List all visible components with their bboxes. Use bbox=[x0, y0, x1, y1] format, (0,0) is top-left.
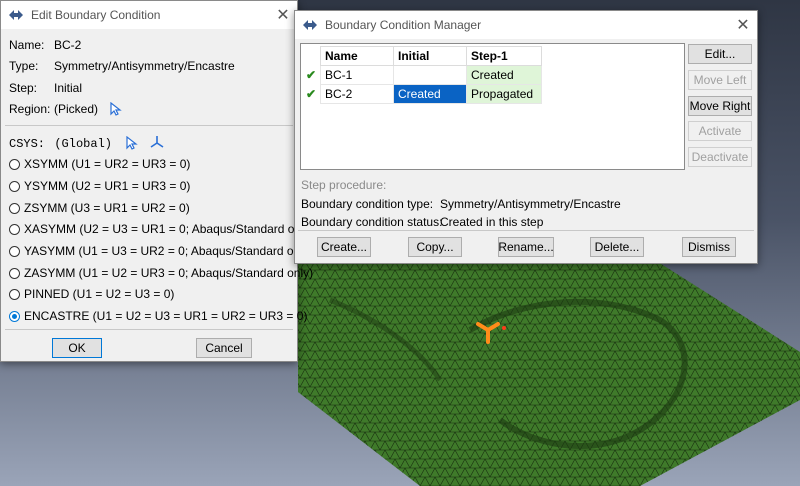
bc-option-radio[interactable]: XASYMM (U2 = U3 = UR1 = 0; Abaqus/Standa… bbox=[9, 222, 314, 236]
edit-bc-dialog: Edit Boundary Condition ✕ Name: BC-2 Type… bbox=[0, 0, 314, 362]
radio-circle-icon[interactable] bbox=[9, 310, 20, 322]
bc-option-radio[interactable]: ZSYMM (U3 = UR1 = UR2 = 0) bbox=[9, 201, 190, 215]
bc-table[interactable]: Name Initial Step-1 ✔ BC-1 Created ✔ BC-… bbox=[302, 46, 542, 104]
active-check-icon[interactable]: ✔ bbox=[302, 85, 321, 104]
step-procedure-label: Step procedure: bbox=[301, 178, 387, 192]
ok-label: OK bbox=[68, 341, 86, 355]
bc-manager-titlebar[interactable]: Boundary Condition Manager ✕ bbox=[295, 11, 757, 39]
check-column-header bbox=[302, 46, 321, 66]
create-button[interactable]: Create... bbox=[317, 237, 371, 257]
close-icon[interactable]: ✕ bbox=[269, 5, 297, 25]
radio-circle-icon[interactable] bbox=[9, 202, 20, 214]
row-name[interactable]: BC-1 bbox=[320, 65, 394, 85]
radio-circle-icon[interactable] bbox=[9, 245, 20, 257]
name-label: Name: bbox=[9, 38, 45, 52]
radio-circle-icon[interactable] bbox=[9, 158, 20, 170]
edit-button[interactable]: Edit... bbox=[688, 44, 752, 64]
bc-option-label: XSYMM (U1 = UR2 = UR3 = 0) bbox=[24, 157, 191, 171]
bc-option-radio[interactable]: XSYMM (U1 = UR2 = UR3 = 0) bbox=[9, 157, 190, 171]
bc-option-label: YASYMM (U1 = U3 = UR2 = 0; Abaqus/Standa… bbox=[24, 244, 313, 258]
table-row[interactable]: ✔ BC-1 Created bbox=[302, 65, 542, 85]
active-check-icon[interactable]: ✔ bbox=[302, 66, 321, 85]
bc-status-value: Created in this step bbox=[440, 215, 544, 229]
row-step1[interactable]: Created bbox=[466, 65, 542, 85]
bc-option-radio[interactable]: ZASYMM (U1 = U2 = UR3 = 0; Abaqus/Standa… bbox=[9, 266, 313, 280]
step-value: Initial bbox=[54, 81, 83, 95]
button-label: Move Left bbox=[693, 73, 747, 87]
pick-csys-icon[interactable] bbox=[125, 135, 139, 150]
type-value: Symmetry/Antisymmetry/Encastre bbox=[54, 59, 235, 73]
button-label: Delete... bbox=[594, 240, 640, 254]
radio-circle-icon[interactable] bbox=[9, 223, 20, 235]
button-label: Rename... bbox=[498, 240, 554, 254]
bc-option-radio[interactable]: PINNED (U1 = U2 = U3 = 0) bbox=[9, 287, 174, 301]
button-label: Dismiss bbox=[688, 240, 730, 254]
radio-circle-icon[interactable] bbox=[9, 288, 20, 300]
bc-option-label: ZSYMM (U3 = UR1 = UR2 = 0) bbox=[24, 201, 190, 215]
region-label: Region: bbox=[9, 102, 51, 116]
button-label: Create... bbox=[320, 240, 368, 254]
dismiss-button[interactable]: Dismiss bbox=[682, 237, 736, 257]
abaqus-app-icon bbox=[303, 20, 317, 30]
bc-option-label: XASYMM (U2 = U3 = UR1 = 0; Abaqus/Standa… bbox=[24, 222, 314, 236]
divider bbox=[5, 329, 293, 330]
button-label: Move Right bbox=[689, 99, 751, 113]
bc-option-radio[interactable]: YSYMM (U2 = UR1 = UR3 = 0) bbox=[9, 179, 190, 193]
abaqus-app-icon bbox=[9, 10, 23, 20]
bc-option-label: YSYMM (U2 = UR1 = UR3 = 0) bbox=[24, 179, 191, 193]
bc-option-label: ENCASTRE (U1 = U2 = U3 = UR1 = UR2 = UR3… bbox=[24, 309, 308, 323]
radio-circle-icon[interactable] bbox=[9, 180, 20, 192]
type-label: Type: bbox=[9, 59, 39, 73]
row-step1[interactable]: Propagated bbox=[466, 84, 542, 104]
ok-button[interactable]: OK bbox=[52, 338, 102, 358]
divider bbox=[5, 125, 293, 126]
pick-region-icon[interactable] bbox=[109, 101, 123, 116]
button-label: Deactivate bbox=[691, 150, 749, 164]
column-header-name[interactable]: Name bbox=[320, 46, 394, 66]
bc-type-label: Boundary condition type: bbox=[301, 197, 434, 211]
bc-manager-title: Boundary Condition Manager bbox=[325, 18, 482, 32]
row-name[interactable]: BC-2 bbox=[320, 84, 394, 104]
csys-value: (Global) bbox=[54, 137, 112, 151]
rename-button[interactable]: Rename... bbox=[498, 237, 554, 257]
bc-option-label: PINNED (U1 = U2 = U3 = 0) bbox=[24, 287, 175, 301]
bc-option-radio[interactable]: ENCASTRE (U1 = U2 = U3 = UR1 = UR2 = UR3… bbox=[9, 309, 307, 323]
button-label: Copy... bbox=[416, 240, 454, 254]
region-value: (Picked) bbox=[54, 102, 99, 116]
divider bbox=[298, 230, 754, 231]
button-label: Edit... bbox=[704, 47, 736, 61]
radio-circle-icon[interactable] bbox=[9, 267, 20, 279]
activate-button[interactable]: Activate bbox=[688, 121, 752, 141]
bc-option-label: ZASYMM (U1 = U2 = UR3 = 0; Abaqus/Standa… bbox=[24, 266, 314, 280]
move-right-button[interactable]: Move Right bbox=[688, 96, 752, 116]
edit-bc-titlebar[interactable]: Edit Boundary Condition ✕ bbox=[1, 1, 297, 29]
row-initial-selected[interactable]: Created bbox=[393, 84, 467, 104]
table-row[interactable]: ✔ BC-2 Created Propagated bbox=[302, 84, 542, 104]
bc-option-radio[interactable]: YASYMM (U1 = U3 = UR2 = 0; Abaqus/Standa… bbox=[9, 244, 313, 258]
copy-button[interactable]: Copy... bbox=[408, 237, 462, 257]
csys-label: CSYS: bbox=[9, 137, 46, 151]
cancel-label: Cancel bbox=[205, 341, 243, 355]
row-initial[interactable] bbox=[393, 65, 467, 85]
button-label: Activate bbox=[698, 124, 742, 138]
column-header-initial[interactable]: Initial bbox=[393, 46, 467, 66]
name-value: BC-2 bbox=[54, 38, 82, 52]
close-icon[interactable]: ✕ bbox=[729, 15, 757, 35]
edit-bc-title: Edit Boundary Condition bbox=[31, 8, 161, 22]
cancel-button[interactable]: Cancel bbox=[196, 338, 252, 358]
bc-status-label: Boundary condition status: bbox=[301, 215, 443, 229]
bc-type-value: Symmetry/Antisymmetry/Encastre bbox=[440, 197, 621, 211]
create-csys-icon[interactable] bbox=[149, 134, 165, 150]
column-header-step1[interactable]: Step-1 bbox=[466, 46, 542, 66]
deactivate-button[interactable]: Deactivate bbox=[688, 147, 752, 167]
delete-button[interactable]: Delete... bbox=[590, 237, 644, 257]
step-label: Step: bbox=[9, 81, 38, 95]
move-left-button[interactable]: Move Left bbox=[688, 70, 752, 90]
